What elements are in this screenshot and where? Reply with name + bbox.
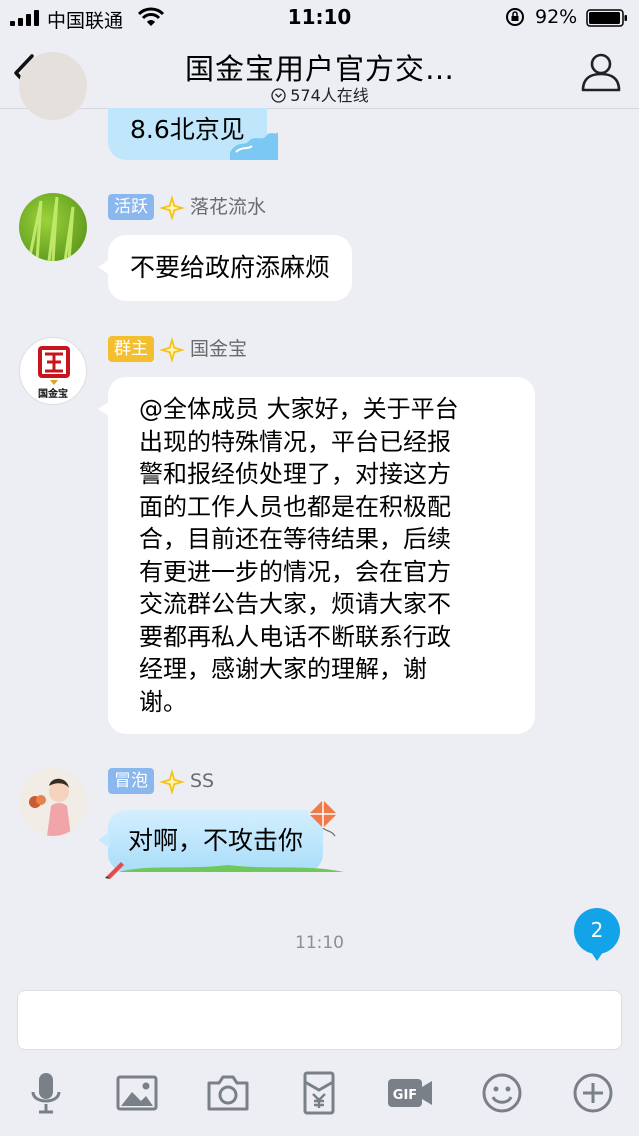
rotation-lock-icon <box>506 8 524 26</box>
red-packet-icon[interactable] <box>297 1070 341 1116</box>
star-icon <box>159 195 185 221</box>
wave-decoration <box>230 132 278 160</box>
star-icon <box>159 337 185 363</box>
star-icon <box>159 769 185 795</box>
gif-icon[interactable]: GIF <box>386 1070 434 1116</box>
child-photo <box>29 778 71 836</box>
emoji-icon[interactable] <box>480 1070 524 1116</box>
sender-line: 群主 国金宝 <box>108 336 247 364</box>
sender-name[interactable]: SS <box>190 770 214 792</box>
member-badge: 冒泡 <box>108 768 154 794</box>
message-text: 不要给政府添麻烦 <box>130 253 331 282</box>
grass-decoration <box>118 865 344 872</box>
camera-icon[interactable] <box>206 1070 250 1116</box>
message-bubble[interactable]: 不要给政府添麻烦 <box>98 235 353 301</box>
bubble-tail <box>98 259 110 275</box>
message-bubble[interactable]: 对啊，不攻击你 <box>98 800 344 872</box>
group-profile-icon[interactable] <box>578 50 624 94</box>
message-text: 对啊，不攻击你 <box>128 826 304 855</box>
logo-text: 国金宝 <box>38 389 68 400</box>
sender-name[interactable]: 国金宝 <box>190 338 247 360</box>
sender-line: 活跃 落花流水 <box>108 194 266 222</box>
online-count[interactable]: 574人在线 <box>200 82 440 106</box>
avatar[interactable] <box>19 193 87 261</box>
battery-icon <box>586 9 627 27</box>
avatar[interactable] <box>19 52 87 120</box>
mic-icon[interactable] <box>24 1070 68 1116</box>
message-bubble[interactable]: 8.6北京见 <box>108 108 278 160</box>
avatar[interactable] <box>19 768 87 836</box>
member-badge: 活跃 <box>108 194 154 220</box>
bubble-tail <box>98 401 110 417</box>
status-bar: 中国联通 11:10 92% <box>0 0 639 36</box>
chat-header: 国金宝用户官方交… 574人在线 <box>0 36 639 109</box>
chevron-down-icon <box>271 88 286 103</box>
sender-name[interactable]: 落花流水 <box>190 196 266 218</box>
message-timestamp: 11:10 <box>295 933 344 953</box>
svg-text:GIF: GIF <box>393 1088 417 1103</box>
message-text: @全体成员 大家好，关于平台 出现的特殊情况，平台已经报 警和报经侦处理了，对接… <box>139 395 459 716</box>
message-bubble[interactable]: @全体成员 大家好，关于平台 出现的特殊情况，平台已经报 警和报经侦处理了，对接… <box>98 377 535 734</box>
image-icon[interactable] <box>115 1070 159 1116</box>
pencil-decoration <box>105 862 124 879</box>
bubble-tail <box>98 832 110 848</box>
plus-icon[interactable] <box>571 1070 615 1116</box>
owner-badge: 群主 <box>108 336 154 362</box>
sender-line: 冒泡 SS <box>108 768 214 796</box>
grass-image <box>27 196 75 261</box>
input-toolbar: GIF <box>0 1070 639 1120</box>
battery-percent: 92% <box>535 6 578 28</box>
kite-icon <box>309 800 338 837</box>
message-input[interactable] <box>17 990 622 1050</box>
avatar[interactable]: 国金宝 <box>19 337 87 405</box>
online-count-label: 574人在线 <box>290 86 369 105</box>
unread-badge[interactable]: 2 <box>574 908 620 961</box>
